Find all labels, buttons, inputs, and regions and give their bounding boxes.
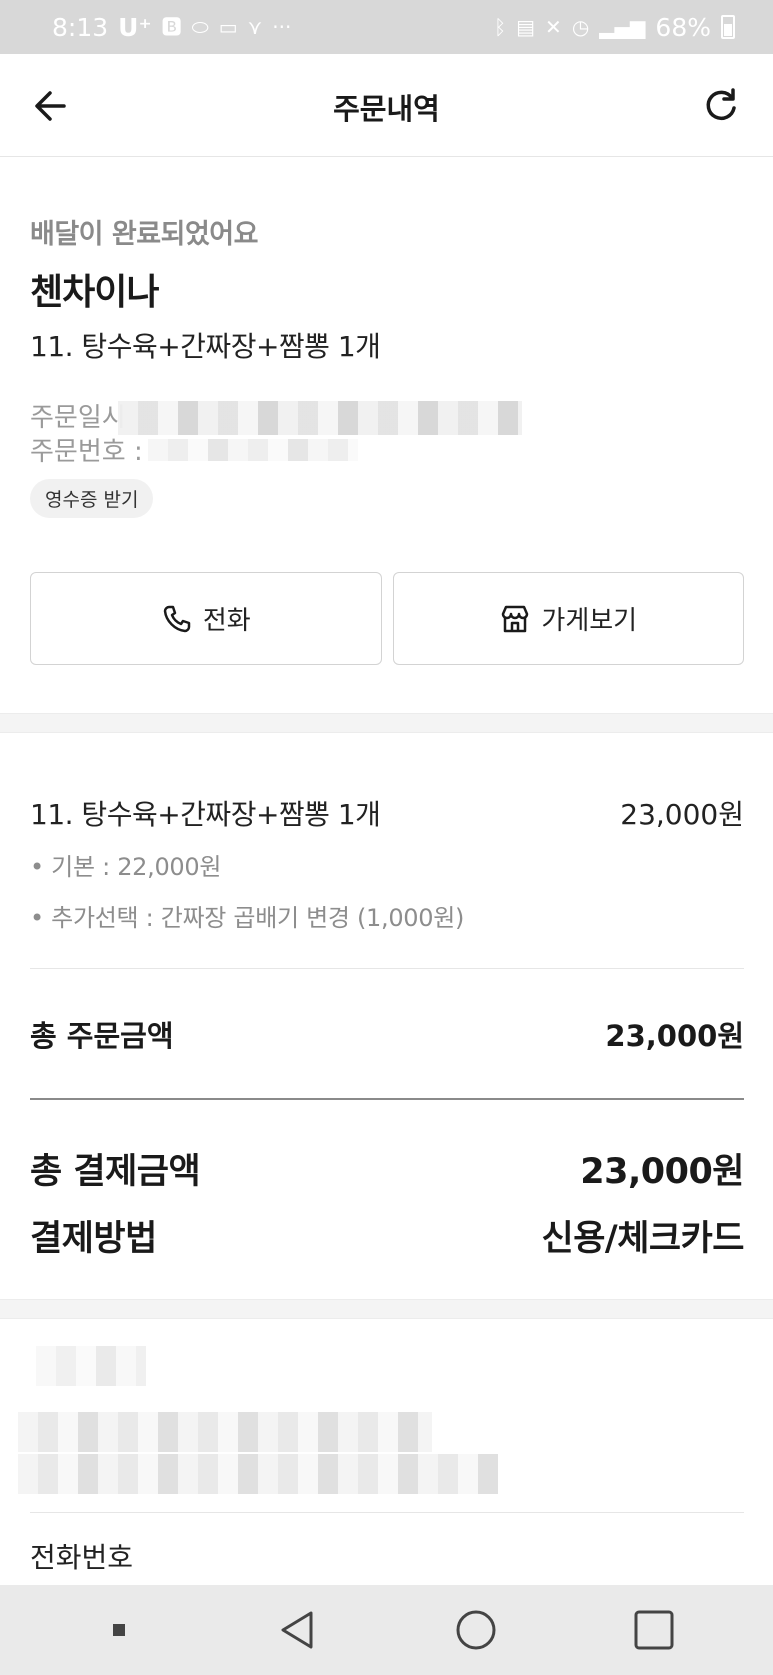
triangle-back-icon (281, 1611, 313, 1649)
order-details: 11. 탕수육+간짜장+짬뽕 1개 23,000원 • 기본 : 22,000원… (30, 793, 744, 933)
nav-menu-button[interactable] (89, 1600, 149, 1660)
nav-home-button[interactable] (446, 1600, 506, 1660)
status-time: 8:13 (52, 12, 109, 42)
nfc-icon: ▤ (516, 15, 536, 39)
signal-5g-icon: ▂▄▆ (599, 15, 646, 39)
total-payment-row: 총 결제금액 23,000원 (30, 1143, 744, 1194)
order-item-name: 11. 탕수육+간짜장+짬뽕 1개 (30, 798, 381, 831)
order-number-label: 주문번호 : (30, 437, 143, 467)
order-summary: 배달이 완료되었어요 첸차이나 11. 탕수육+간짜장+짬뽕 1개 주문일시 주… (30, 212, 743, 518)
carrier-label: U⁺ (118, 12, 152, 42)
app-bar: 주문내역 (0, 54, 773, 157)
refresh-button[interactable] (699, 84, 743, 128)
divider (30, 1098, 744, 1100)
receipt-button[interactable]: 영수증 받기 (30, 479, 154, 518)
order-item-row: 11. 탕수육+간짜장+짬뽕 1개 23,000원 (30, 793, 744, 833)
notification-b-icon: 🅱 (161, 15, 182, 39)
total-order-label: 총 주문금액 (30, 1019, 174, 1053)
phone-icon (163, 605, 191, 632)
circle-home-icon (456, 1610, 496, 1650)
message-icon: ▭ (218, 15, 238, 39)
more-notifications-icon: ··· (272, 15, 292, 39)
delivery-status: 배달이 완료되었어요 (30, 219, 258, 250)
view-store-button-label: 가게보기 (541, 606, 638, 636)
order-item-option: • 기본 : 22,000원 (30, 853, 222, 881)
action-buttons: 전화 가게보기 (30, 572, 744, 665)
total-order-value: 23,000원 (605, 1019, 744, 1053)
pill-icon: ⬭ (191, 15, 209, 39)
order-date-redacted (118, 401, 522, 435)
total-payment-value: 23,000원 (580, 1152, 744, 1192)
square-recents-icon (634, 1610, 674, 1650)
divider (30, 1512, 744, 1513)
payment-method-row: 결제방법 신용/체크카드 (30, 1210, 745, 1261)
phone-number-label: 전화번호 (30, 1541, 134, 1574)
page-title: 주문내역 (333, 92, 440, 126)
order-item-price: 23,000원 (620, 798, 744, 831)
nav-recents-button[interactable] (624, 1600, 684, 1660)
refresh-icon (706, 88, 736, 121)
dot-icon (113, 1624, 126, 1636)
redacted-text (18, 1454, 498, 1494)
order-meta: 주문일시 주문번호 : (30, 401, 743, 469)
total-payment-label: 총 결제금액 (30, 1152, 201, 1192)
order-menu-summary: 11. 탕수육+간짜장+짬뽕 1개 (30, 330, 381, 363)
bluetooth-icon: ᛒ (494, 15, 507, 39)
store-name: 첸차이나 (30, 272, 159, 313)
divider (30, 968, 744, 969)
order-item-option: • 추가선택 : 간짜장 곱배기 변경 (1,000원) (30, 904, 465, 932)
battery-percent: 68% (655, 12, 711, 42)
call-button-label: 전화 (202, 606, 251, 636)
system-nav-bar (0, 1585, 773, 1675)
vr-icon: ⋎ (247, 15, 263, 39)
redacted-text (36, 1346, 146, 1386)
section-divider (0, 713, 773, 733)
store-icon (502, 605, 529, 632)
view-store-button[interactable]: 가게보기 (392, 572, 744, 665)
mute-icon: ✕ (545, 15, 562, 39)
alarm-icon: ◷ (571, 15, 590, 39)
payment-method-label: 결제방법 (30, 1219, 157, 1259)
order-number-redacted (148, 439, 358, 461)
call-button[interactable]: 전화 (30, 572, 382, 665)
section-divider (0, 1299, 773, 1319)
nav-back-button[interactable] (267, 1600, 327, 1660)
total-order-row: 총 주문금액 23,000원 (30, 1013, 744, 1055)
redacted-text (18, 1412, 432, 1452)
payment-method-value: 신용/체크카드 (541, 1219, 745, 1259)
battery-icon (721, 15, 735, 39)
status-bar: 8:13 U⁺ 🅱 ⬭ ▭ ⋎ ··· ᛒ ▤ ✕ ◷ ▂▄▆ 68% (0, 0, 773, 54)
